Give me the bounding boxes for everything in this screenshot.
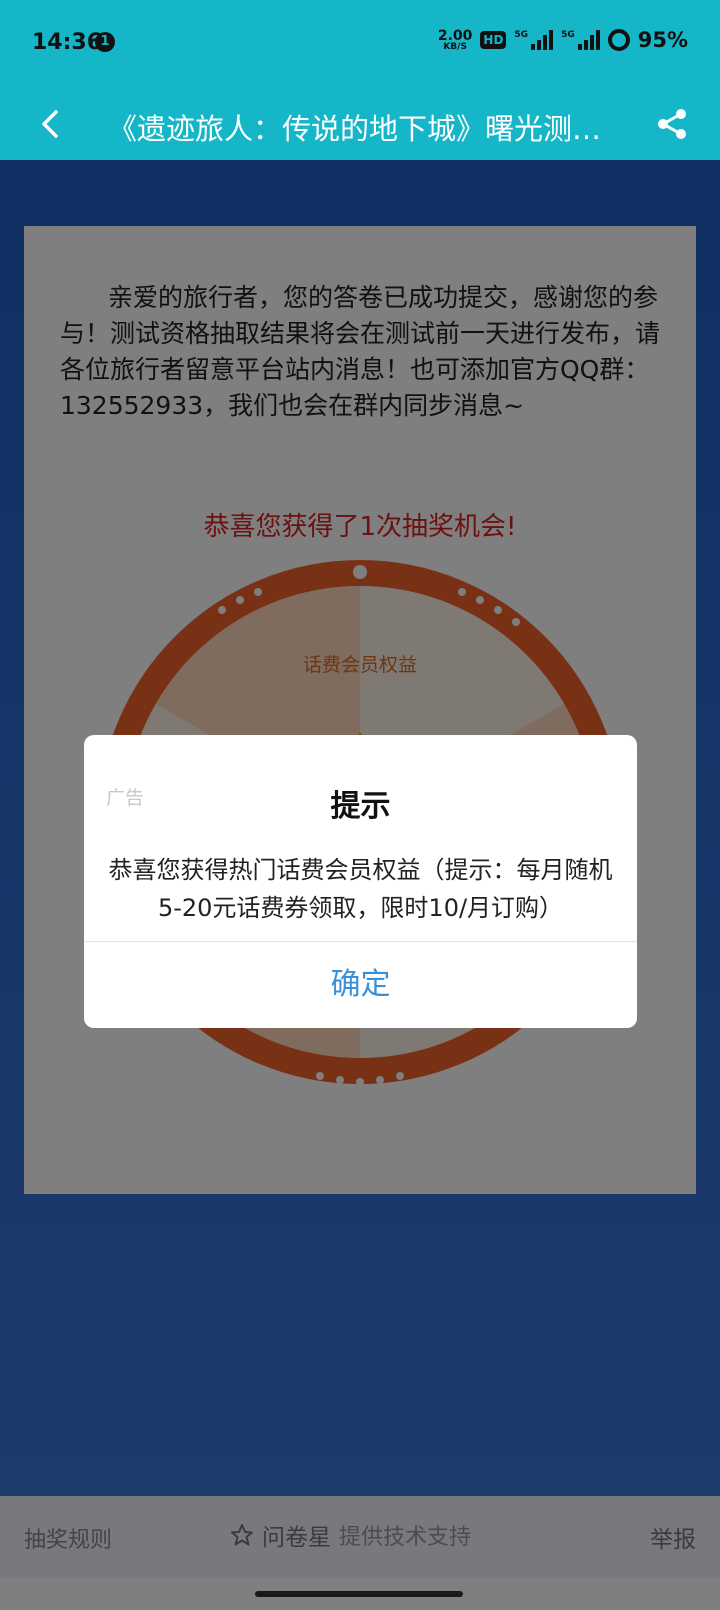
share-button[interactable]: [648, 100, 696, 148]
network-speed: 2.00 KB/S: [438, 29, 473, 52]
confirm-button[interactable]: 确定: [84, 942, 637, 1028]
status-bar: 14:36 1 2.00 KB/S HD 5G 5G 95%: [0, 0, 720, 88]
nav-bar: 《遗迹旅人：传说的地下城》曙光测试招募: [0, 88, 720, 160]
page-title: 《遗迹旅人：传说的地下城》曙光测试招募: [108, 112, 628, 146]
dialog-message: 恭喜您获得热门话费会员权益（提示：每月随机5-20元话费券领取，限时10/月订购…: [108, 856, 613, 922]
status-icons: 2.00 KB/S HD 5G 5G 95%: [438, 28, 688, 52]
signal-icon: 5G: [514, 30, 554, 50]
status-time: 14:36: [32, 30, 103, 55]
battery-icon: [607, 29, 630, 51]
signal-5g-label-2: 5G: [561, 30, 575, 40]
dialog-title: 提示: [330, 789, 391, 824]
signal-icon-2: 5G: [561, 30, 600, 50]
network-speed-value: 2.00: [437, 27, 473, 44]
battery-percent: 95%: [637, 28, 688, 52]
notification-badge: 1: [95, 32, 115, 52]
hd-icon: HD: [480, 31, 507, 49]
prompt-dialog: 广告 提示 恭喜您获得热门话费会员权益（提示：每月随机5-20元话费券领取，限时…: [84, 735, 637, 1028]
signal-5g-label: 5G: [514, 30, 529, 40]
share-icon: [658, 109, 686, 139]
network-speed-unit: KB/S: [443, 41, 467, 52]
back-button[interactable]: [28, 102, 72, 146]
chevron-left-icon: [42, 110, 58, 138]
